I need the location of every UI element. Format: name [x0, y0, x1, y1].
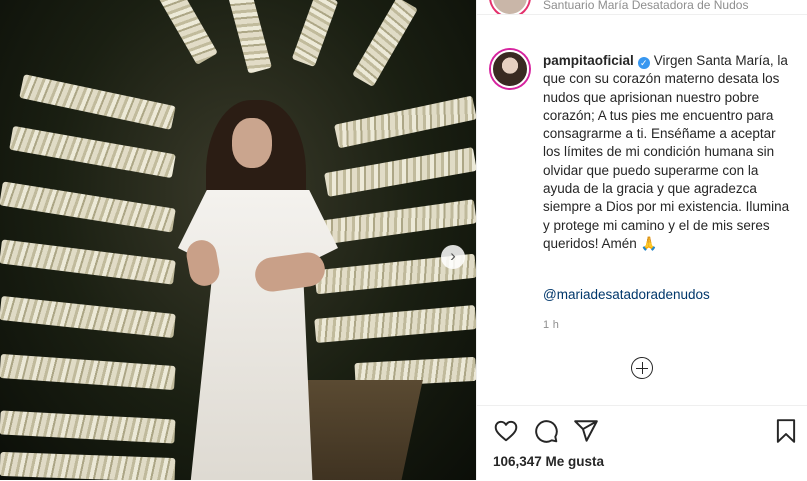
post-details-panel: Santuario María Desatadora de Nudos pamp… — [476, 0, 807, 480]
caption-text: Virgen Santa María, la que con su corazó… — [543, 53, 790, 251]
post-photo[interactable]: › — [0, 0, 476, 480]
location-link[interactable]: Santuario María Desatadora de Nudos — [543, 0, 748, 12]
header-avatar[interactable] — [491, 0, 529, 14]
post-timestamp[interactable]: 1 h — [543, 319, 559, 331]
bookmark-icon[interactable] — [773, 418, 799, 444]
post-actions: 106,347 Me gusta — [477, 405, 807, 481]
plus-circle-icon[interactable] — [631, 357, 653, 379]
next-photo-button[interactable]: › — [441, 245, 465, 269]
post-caption: pampitaoficial ✓ Virgen Santa María, la qu… — [543, 52, 793, 253]
woman-face — [232, 118, 272, 168]
post-header: Santuario María Desatadora de Nudos — [477, 0, 807, 15]
mention-link[interactable]: @mariadesatadoradenudos — [543, 287, 710, 302]
caption-username[interactable]: pampitaoficial — [543, 53, 634, 68]
chevron-right-icon: › — [450, 246, 456, 265]
verified-badge-icon: ✓ — [637, 57, 650, 69]
like-count[interactable]: 106,347 Me gusta — [493, 454, 604, 469]
paper-plane-icon[interactable] — [573, 418, 599, 444]
caption-avatar[interactable] — [491, 50, 529, 88]
comment-bubble-icon[interactable] — [533, 418, 559, 444]
heart-icon[interactable] — [493, 418, 519, 444]
